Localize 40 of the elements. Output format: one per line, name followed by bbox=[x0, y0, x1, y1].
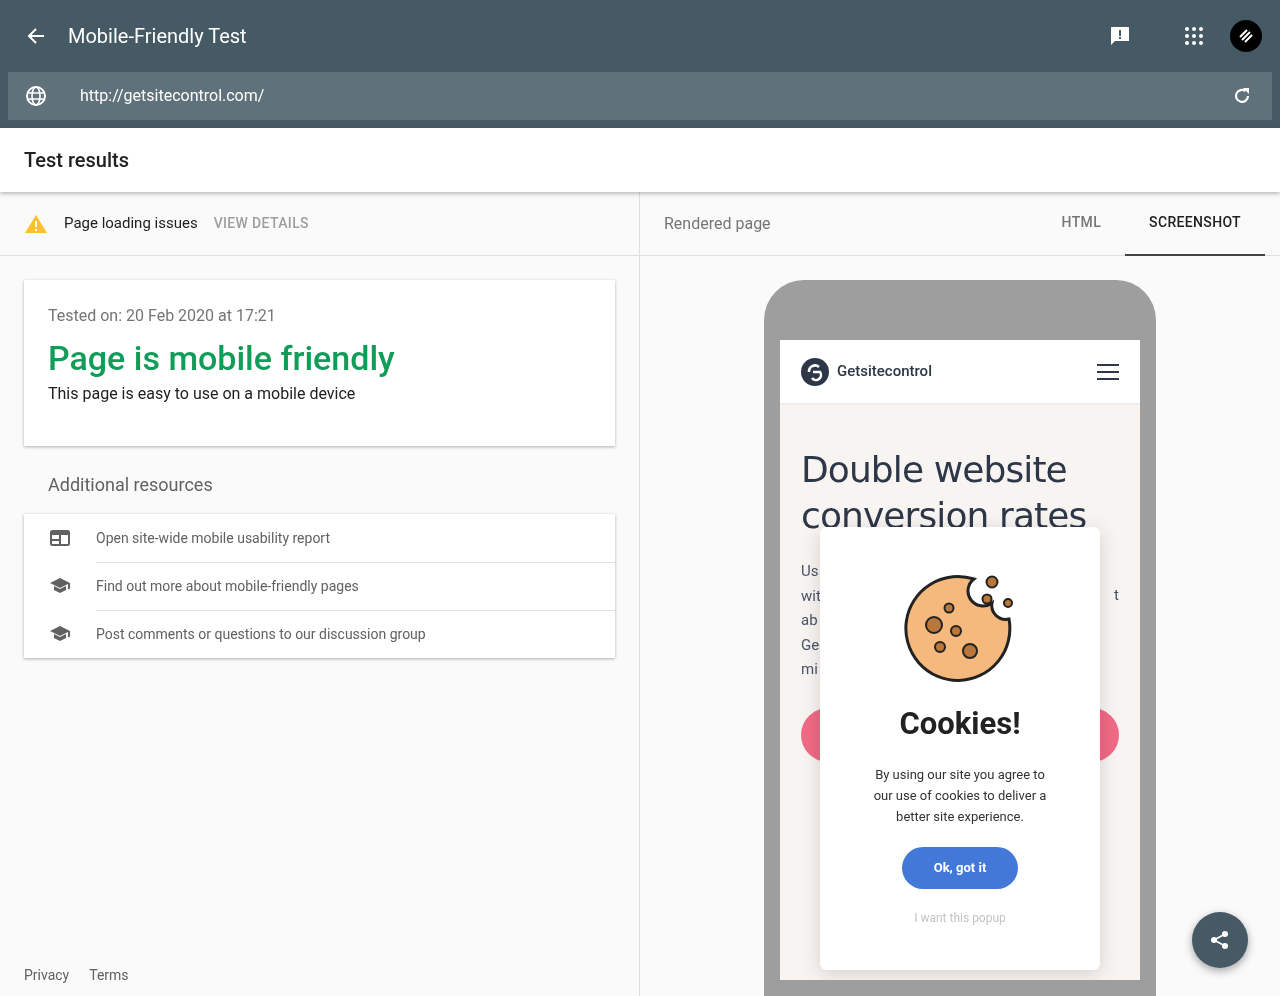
feedback-icon[interactable] bbox=[1108, 24, 1132, 48]
share-button[interactable] bbox=[1192, 912, 1248, 968]
url-field[interactable]: http://getsitecontrol.com/ bbox=[80, 84, 1232, 108]
account-avatar[interactable] bbox=[1230, 20, 1262, 52]
popup-title: Cookies! bbox=[899, 704, 1021, 744]
brand-name: Getsitecontrol bbox=[837, 361, 932, 383]
result-headline: Page is mobile friendly bbox=[48, 338, 396, 378]
warning-icon bbox=[24, 213, 48, 234]
apps-grid-icon[interactable] bbox=[1182, 24, 1206, 48]
hero-text-fragment: wit bbox=[801, 585, 821, 607]
footer-link[interactable]: Privacy bbox=[24, 965, 70, 986]
result-description: This page is easy to use on a mobile device bbox=[48, 383, 357, 405]
section-title: Test results bbox=[24, 147, 129, 174]
resources-title: Additional resources bbox=[48, 473, 214, 497]
hero-text-fragment: t bbox=[1114, 585, 1119, 606]
web-icon bbox=[50, 530, 70, 546]
footer-link[interactable]: Terms bbox=[89, 965, 129, 986]
resource-link[interactable]: Post comments or questions to our discussion group bbox=[96, 624, 426, 645]
tested-on-text: Tested on: 20 Feb 2020 at 17:21 bbox=[48, 305, 277, 327]
reload-icon[interactable] bbox=[1232, 86, 1252, 106]
app-title: Mobile-Friendly Test bbox=[68, 23, 247, 50]
popup-text: By using our site you agree to our use of cookies to deliver a better site experience. bbox=[872, 765, 1048, 826]
hero-text-fragment: mi bbox=[801, 659, 819, 680]
preview-tab[interactable]: HTML bbox=[1037, 191, 1126, 256]
menu-icon[interactable] bbox=[1097, 363, 1119, 380]
url-bar[interactable]: http://getsitecontrol.com/ bbox=[8, 72, 1272, 120]
preview-title: Rendered page bbox=[664, 212, 771, 235]
accept-button[interactable]: Ok, got it bbox=[902, 846, 1018, 889]
brand-logo-icon bbox=[801, 357, 829, 386]
resource-link[interactable]: Find out more about mobile-friendly pages bbox=[96, 576, 359, 597]
share-icon bbox=[1210, 930, 1230, 950]
hero-text-fragment: ab bbox=[801, 610, 819, 631]
hero-text-fragment: Ge bbox=[801, 634, 821, 656]
preview-tab[interactable]: SCREENSHOT bbox=[1125, 191, 1265, 256]
globe-icon bbox=[25, 85, 47, 107]
graduation-cap-icon bbox=[49, 625, 71, 643]
issue-label: Page loading issues bbox=[64, 213, 198, 235]
resource-link[interactable]: Open site-wide mobile usability report bbox=[96, 527, 331, 549]
graduation-cap-icon bbox=[49, 577, 71, 595]
hero-text-fragment: Us bbox=[801, 561, 820, 582]
